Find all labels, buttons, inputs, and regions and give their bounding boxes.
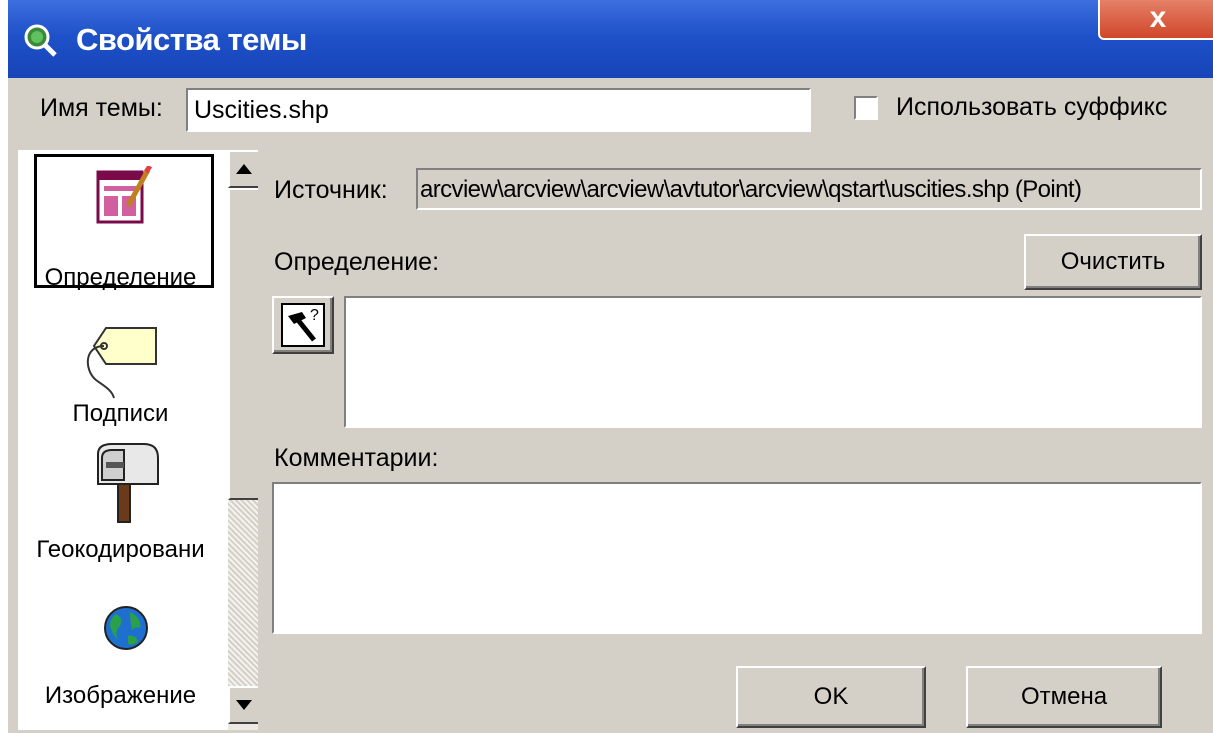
arrow-up-icon xyxy=(236,164,252,174)
cancel-button[interactable]: Отмена xyxy=(966,666,1162,728)
sidebar-item-label: Подписи xyxy=(72,400,169,427)
sidebar-item-image[interactable]: Изображение xyxy=(18,580,223,720)
scroll-track[interactable] xyxy=(228,500,258,686)
definition-textarea[interactable] xyxy=(344,296,1202,428)
theme-name-input[interactable]: Uscities.shp xyxy=(186,88,811,132)
definition-label: Определение: xyxy=(274,248,440,276)
sidebar-item-definition[interactable]: Определение xyxy=(18,160,223,291)
source-path-field: arcview\arcview\arcview\avtutor\arcview\… xyxy=(416,168,1202,210)
sidebar-item-label: Геокодировани xyxy=(36,536,205,563)
sidebar-item-label: Определение xyxy=(44,264,197,291)
definition-form-icon xyxy=(96,166,153,224)
clear-button[interactable]: Очистить xyxy=(1024,234,1202,290)
window-title: Свойства темы xyxy=(76,22,307,57)
scroll-down-button[interactable] xyxy=(228,686,258,724)
globe-icon xyxy=(104,606,148,650)
scroll-thumb[interactable] xyxy=(228,188,258,500)
sidebar-item-label: Изображение xyxy=(44,682,197,709)
source-label: Источник: xyxy=(274,176,388,204)
mailbox-icon xyxy=(97,443,159,523)
sidebar-scrollbar[interactable] xyxy=(228,150,258,730)
sidebar-item-geocoding[interactable]: Геокодировани xyxy=(18,440,223,570)
category-list: Определение Подписи Геокодировани Изобра… xyxy=(18,150,258,730)
use-suffix-label: Использовать суффикс xyxy=(896,93,1168,121)
ok-button[interactable]: OK xyxy=(736,666,926,728)
label-tag-icon xyxy=(86,327,157,399)
close-button[interactable]: x xyxy=(1098,0,1213,40)
arrow-down-icon xyxy=(236,700,252,710)
title-bar[interactable]: Свойства темы x xyxy=(8,0,1213,78)
theme-properties-dialog: Свойства темы x Имя темы: Uscities.shp И… xyxy=(8,0,1213,733)
comments-label: Комментарии: xyxy=(274,444,439,472)
use-suffix-checkbox[interactable] xyxy=(854,96,878,120)
comments-textarea[interactable] xyxy=(272,482,1202,634)
scroll-up-button[interactable] xyxy=(228,150,258,188)
hammer-query-icon: ? xyxy=(281,303,325,347)
magnifier-globe-icon xyxy=(24,24,57,57)
theme-name-label: Имя темы: xyxy=(40,94,163,122)
query-builder-button[interactable]: ? xyxy=(272,296,334,354)
svg-text:?: ? xyxy=(310,307,319,324)
sidebar-item-labels[interactable]: Подписи xyxy=(18,310,223,430)
